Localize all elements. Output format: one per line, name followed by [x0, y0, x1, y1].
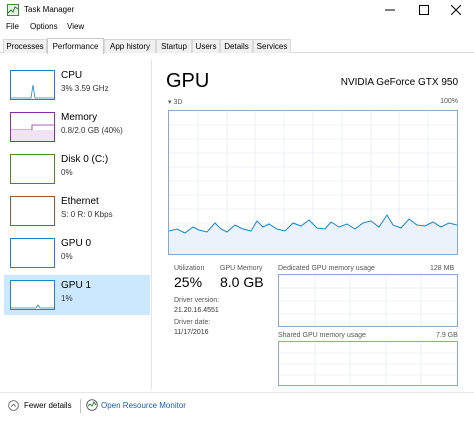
tab-strip: Processes Performance App history Startu…	[0, 38, 474, 54]
shared-memory-label: Shared GPU memory usage	[278, 332, 366, 339]
utilization-graph-svg	[168, 111, 458, 254]
chevron-up-circle-icon[interactable]	[8, 400, 19, 411]
sidebar-item-label: Memory	[61, 112, 98, 123]
sidebar-item-detail: S: 0 R: 0 Kbps	[61, 210, 113, 219]
maximize-button[interactable]	[408, 0, 440, 20]
engine-selector[interactable]: ▾ 3D	[168, 98, 182, 106]
memory-sparkline	[11, 124, 54, 141]
footer-divider	[80, 399, 81, 413]
gpu-memory-label: GPU Memory	[220, 265, 263, 272]
tab-performance[interactable]: Performance	[47, 38, 104, 54]
menu-options[interactable]: Options	[30, 22, 58, 31]
fewer-details-button[interactable]: Fewer details	[24, 401, 72, 410]
shared-memory-graph-svg	[279, 342, 457, 385]
cpu-thumbnail-graph	[10, 70, 55, 100]
sidebar-item-gpu-0[interactable]: GPU 0 0%	[4, 233, 150, 273]
menu-file[interactable]: File	[6, 22, 19, 31]
page-title: GPU	[166, 70, 210, 92]
cpu-sparkline	[11, 84, 54, 99]
minimize-button[interactable]	[374, 0, 406, 20]
sidebar-item-detail: 0%	[61, 252, 73, 261]
tab-processes[interactable]: Processes	[3, 39, 47, 53]
maximize-icon	[419, 5, 429, 15]
menu-view[interactable]: View	[67, 22, 84, 31]
sidebar-item-label: GPU 0	[61, 238, 92, 249]
sidebar-item-cpu[interactable]: CPU 3% 3.59 GHz	[4, 65, 150, 105]
sidebar-item-label: Disk 0 (C:)	[61, 154, 109, 165]
utilization-label: Utilization	[174, 265, 205, 272]
driver-version-value: 21.20.16.4551	[174, 307, 219, 314]
sidebar-item-detail: 3% 3.59 GHz	[61, 84, 109, 93]
driver-date-value: 11/17/2016	[174, 329, 209, 336]
gpu1-thumbnail-graph	[10, 280, 55, 310]
gpu1-sparkline	[11, 304, 54, 309]
shared-memory-graph	[278, 341, 458, 386]
memory-thumbnail-graph	[10, 112, 55, 142]
tab-services[interactable]: Services	[253, 39, 291, 53]
sidebar-item-label: GPU 1	[61, 280, 92, 291]
tab-users[interactable]: Users	[192, 39, 220, 53]
disk-thumbnail-graph	[10, 154, 55, 184]
tab-app-history[interactable]: App history	[104, 39, 156, 53]
sidebar-item-memory[interactable]: Memory 0.8/2.0 GB (40%)	[4, 107, 150, 147]
gpu0-thumbnail-graph	[10, 238, 55, 268]
open-resource-monitor-link[interactable]: Open Resource Monitor	[101, 401, 186, 410]
close-icon	[451, 5, 461, 15]
tab-details[interactable]: Details	[220, 39, 253, 53]
utilization-value: 25%	[174, 274, 203, 290]
sidebar-item-label: Ethernet	[61, 196, 99, 207]
dedicated-memory-graph	[278, 274, 458, 327]
sidebar-item-disk[interactable]: Disk 0 (C:) 0%	[4, 149, 150, 189]
close-button[interactable]	[440, 0, 472, 20]
gpu-detail-panel: GPU NVIDIA GeForce GTX 950 ▾ 3D 100% Uti…	[160, 60, 470, 390]
sidebar-item-ethernet[interactable]: Ethernet S: 0 R: 0 Kbps	[4, 191, 150, 231]
gpu-model-name: NVIDIA GeForce GTX 950	[340, 77, 458, 88]
ethernet-thumbnail-graph	[10, 196, 55, 226]
footer-bar: Fewer details Open Resource Monitor	[0, 392, 474, 421]
dedicated-memory-graph-svg	[279, 275, 457, 326]
task-manager-icon	[7, 4, 19, 16]
driver-version-label: Driver version:	[174, 297, 220, 304]
utilization-graph	[168, 110, 458, 255]
sidebar-item-gpu-1[interactable]: GPU 1 1%	[4, 275, 150, 315]
dedicated-memory-max: 128 MB	[430, 265, 455, 272]
resource-monitor-icon	[86, 399, 98, 411]
title-bar: Task Manager	[0, 0, 474, 20]
dedicated-memory-label: Dedicated GPU memory usage	[278, 265, 375, 272]
engine-selector-label: 3D	[173, 99, 183, 106]
sidebar-item-label: CPU	[61, 70, 83, 81]
minimize-icon	[385, 9, 395, 11]
graph-max-label: 100%	[440, 98, 458, 105]
gpu-memory-value: 8.0 GB	[220, 274, 264, 290]
resource-sidebar: CPU 3% 3.59 GHz Memory 0.8/2.0 GB (40%) …	[0, 60, 152, 390]
driver-date-label: Driver date:	[174, 319, 211, 326]
tab-startup[interactable]: Startup	[156, 39, 192, 53]
shared-memory-max: 7.9 GB	[436, 332, 458, 339]
sidebar-item-detail: 1%	[61, 294, 73, 303]
sidebar-item-detail: 0%	[61, 168, 73, 177]
window-title: Task Manager	[24, 5, 75, 14]
sidebar-item-detail: 0.8/2.0 GB (40%)	[61, 126, 123, 135]
